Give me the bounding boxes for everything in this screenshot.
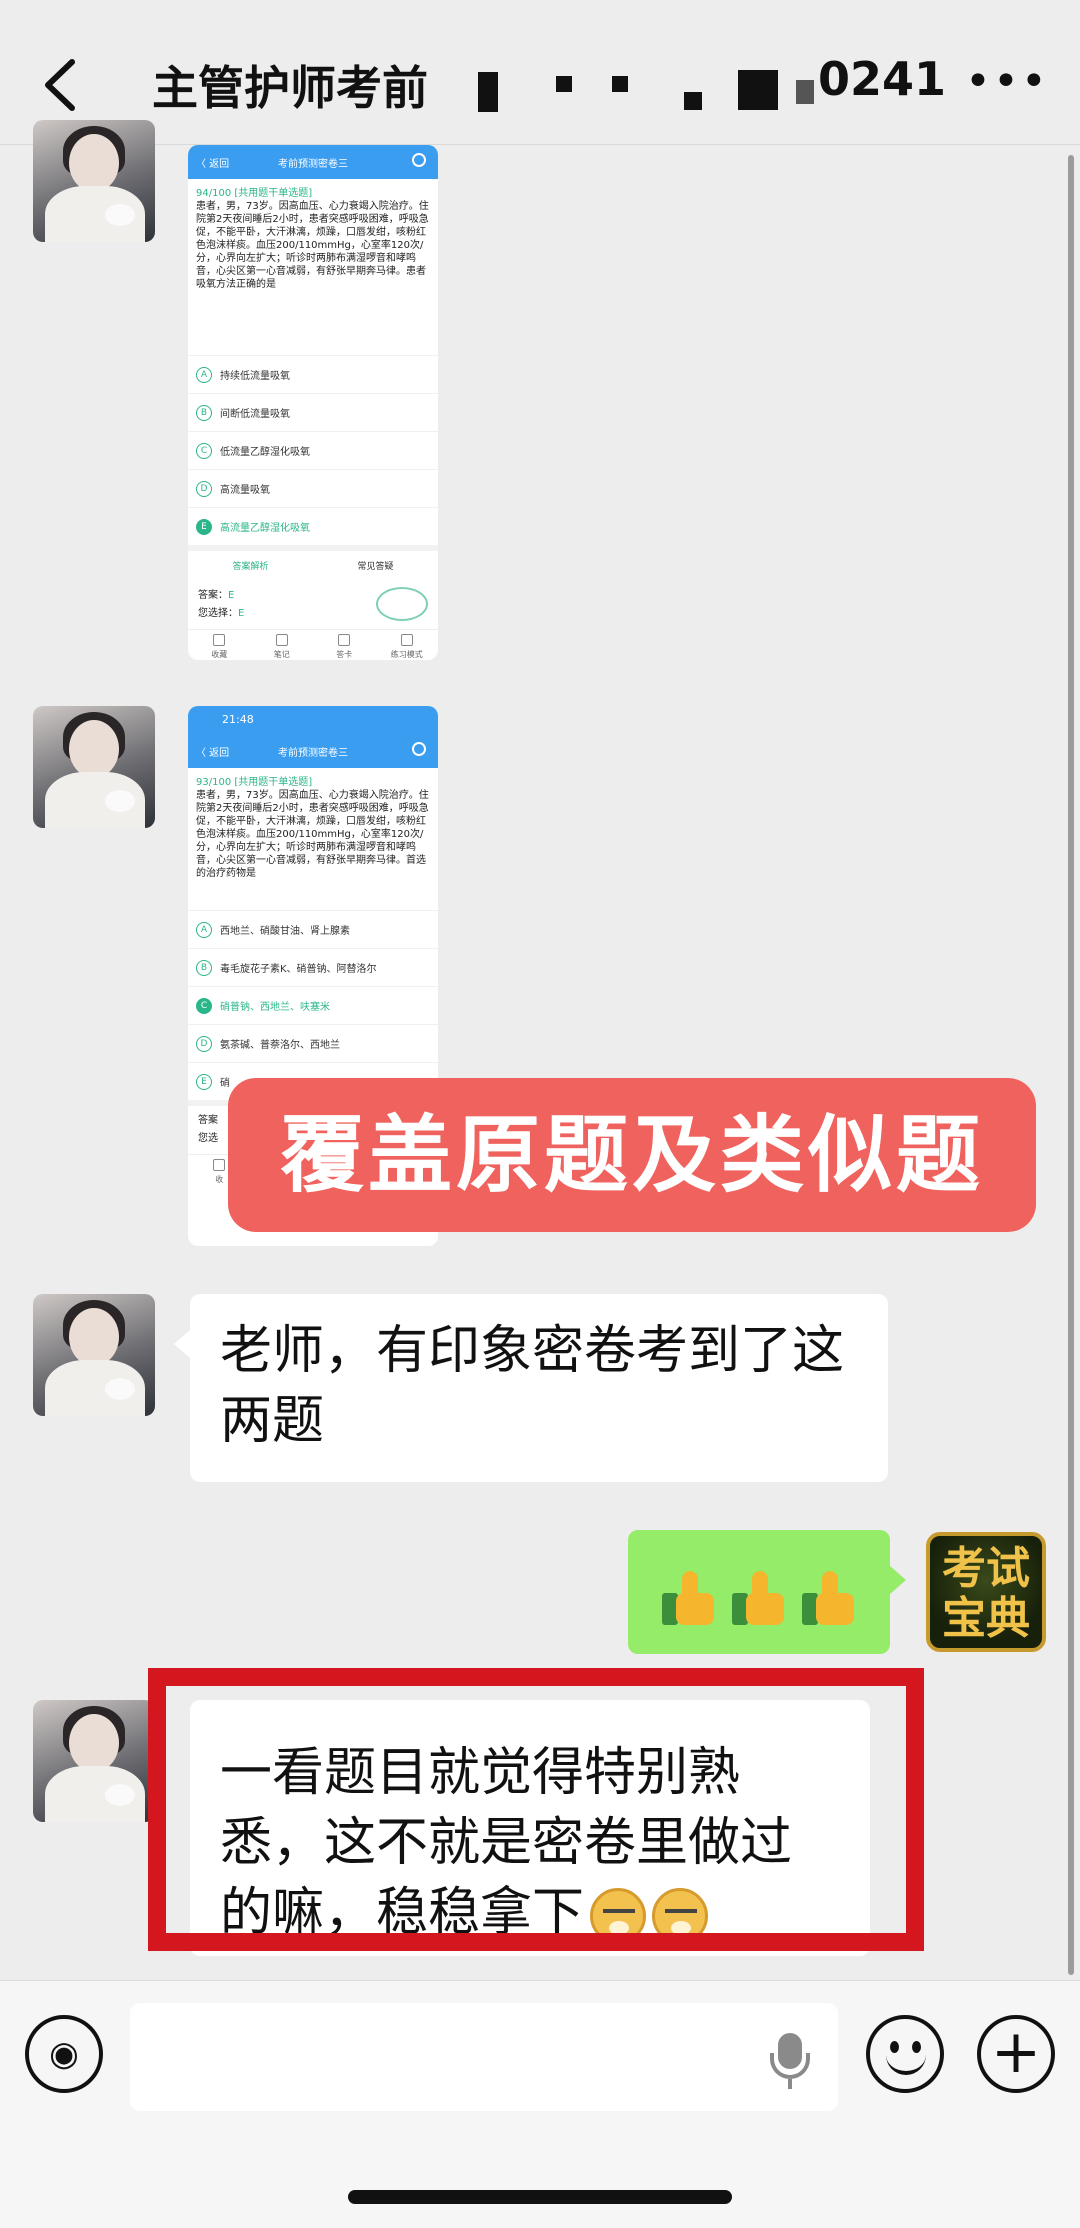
plus-icon[interactable]: + — [977, 2015, 1055, 2093]
gear-icon — [412, 153, 426, 167]
redaction-mark — [478, 72, 498, 112]
avatar[interactable] — [33, 120, 155, 242]
home-indicator — [348, 2190, 732, 2204]
avatar[interactable] — [33, 1294, 155, 1416]
smiley-icon[interactable] — [866, 2015, 944, 2093]
option-c: C 硝普钠、西地兰、呋塞米 — [188, 986, 438, 1024]
shot-toolbar: 收藏 笔记 答卡 练习模式 — [188, 629, 438, 660]
question-text: 93/100 [共用题干单选题] 患者，男，73岁。因高血压、心力衰竭入院治疗。… — [196, 777, 429, 879]
option-c: C 低流量乙醇湿化吸氧 — [188, 431, 438, 469]
redaction-mark — [738, 70, 778, 110]
shot-navbar: 〈 返回 考前预测密卷三 — [188, 734, 438, 768]
message-text: 老师，有印象密卷考到了这两题 — [220, 1321, 845, 1451]
chat-title: 主管护师考前 — [152, 61, 428, 115]
shot-tabs: 答案解析 常见答疑 — [188, 545, 438, 581]
option-b: B 毒毛旋花子素K、硝普钠、阿替洛尔 — [188, 948, 438, 986]
redaction-mark — [684, 92, 702, 110]
promo-banner: 覆盖原题及类似题 — [228, 1078, 1036, 1232]
ellipsis-icon[interactable]: ••• — [965, 60, 1047, 104]
thumbs-up-icon — [730, 1569, 788, 1627]
highlight-box — [148, 1668, 924, 1951]
avatar[interactable] — [33, 1700, 155, 1822]
card-icon — [338, 634, 351, 646]
avatar[interactable] — [33, 706, 155, 828]
chat-title-suffix: 0241 — [818, 52, 947, 106]
chat-header: 主管护师考前 0241 ••• — [0, 0, 1080, 145]
screenshot-image[interactable]: 〈 返回 考前预测密卷三 94/100 [共用题干单选题] 患者，男，73岁。因… — [188, 145, 438, 660]
shot-navbar: 〈 返回 考前预测密卷三 — [188, 145, 438, 179]
gear-icon — [412, 742, 426, 756]
star-icon — [213, 634, 226, 646]
message-bubble[interactable]: 老师，有印象密卷考到了这两题 — [174, 1294, 888, 1482]
voice-icon[interactable]: ◉ — [25, 2015, 103, 2093]
option-a: A 持续低流量吸氧 — [188, 355, 438, 393]
scrollbar[interactable] — [1068, 155, 1074, 1975]
chevron-left-icon[interactable] — [30, 50, 90, 120]
thumbs-up-icon — [660, 1569, 718, 1627]
answer-block: 答案：E 您选择：E — [188, 581, 438, 629]
stamp-icon — [376, 587, 428, 621]
message-input[interactable] — [130, 2003, 838, 2111]
own-message-bubble[interactable] — [628, 1530, 906, 1654]
option-e: E 高流量乙醇湿化吸氧 — [188, 507, 438, 545]
option-d: D 高流量吸氧 — [188, 469, 438, 507]
redaction-mark — [556, 76, 572, 92]
own-avatar[interactable]: 考试宝典 — [926, 1532, 1046, 1652]
redaction-mark — [612, 76, 628, 92]
shot-statusbar: 21:48 — [188, 706, 438, 734]
microphone-icon[interactable] — [768, 2033, 812, 2089]
star-icon — [213, 1159, 226, 1171]
redaction-mark — [796, 80, 814, 104]
option-a: A 西地兰、硝酸甘油、肾上腺素 — [188, 910, 438, 948]
thumbs-up-icon — [800, 1569, 858, 1627]
note-icon — [275, 634, 288, 646]
option-d: D 氨茶碱、普萘洛尔、西地兰 — [188, 1024, 438, 1062]
switch-icon — [400, 634, 413, 646]
option-b: B 间断低流量吸氧 — [188, 393, 438, 431]
question-text: 94/100 [共用题干单选题] 患者，男，73岁。因高血压、心力衰竭入院治疗。… — [196, 188, 429, 290]
